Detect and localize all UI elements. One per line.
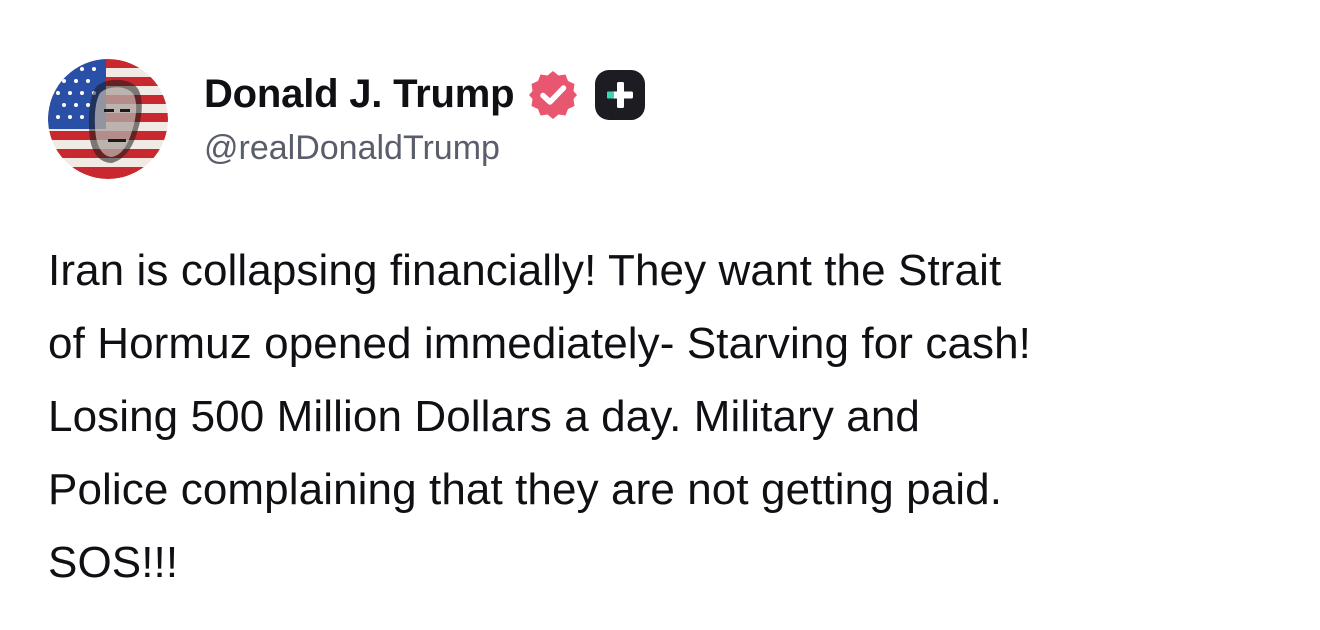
avatar-image	[48, 59, 168, 179]
post-card: Donald J. Trump @realDonaldTrump Iran is…	[0, 0, 1320, 630]
author-handle[interactable]: @realDonaldTrump	[204, 129, 646, 168]
post-header: Donald J. Trump @realDonaldTrump	[48, 58, 646, 180]
name-row: Donald J. Trump	[204, 63, 646, 127]
plus-badge-icon	[594, 69, 646, 121]
author-display-name[interactable]: Donald J. Trump	[204, 72, 515, 117]
avatar[interactable]	[48, 59, 168, 179]
post-text: Iran is collapsing financially! They wan…	[48, 246, 1032, 587]
verified-badge-icon	[526, 68, 580, 122]
author-identity: Donald J. Trump @realDonaldTrump	[204, 63, 646, 168]
